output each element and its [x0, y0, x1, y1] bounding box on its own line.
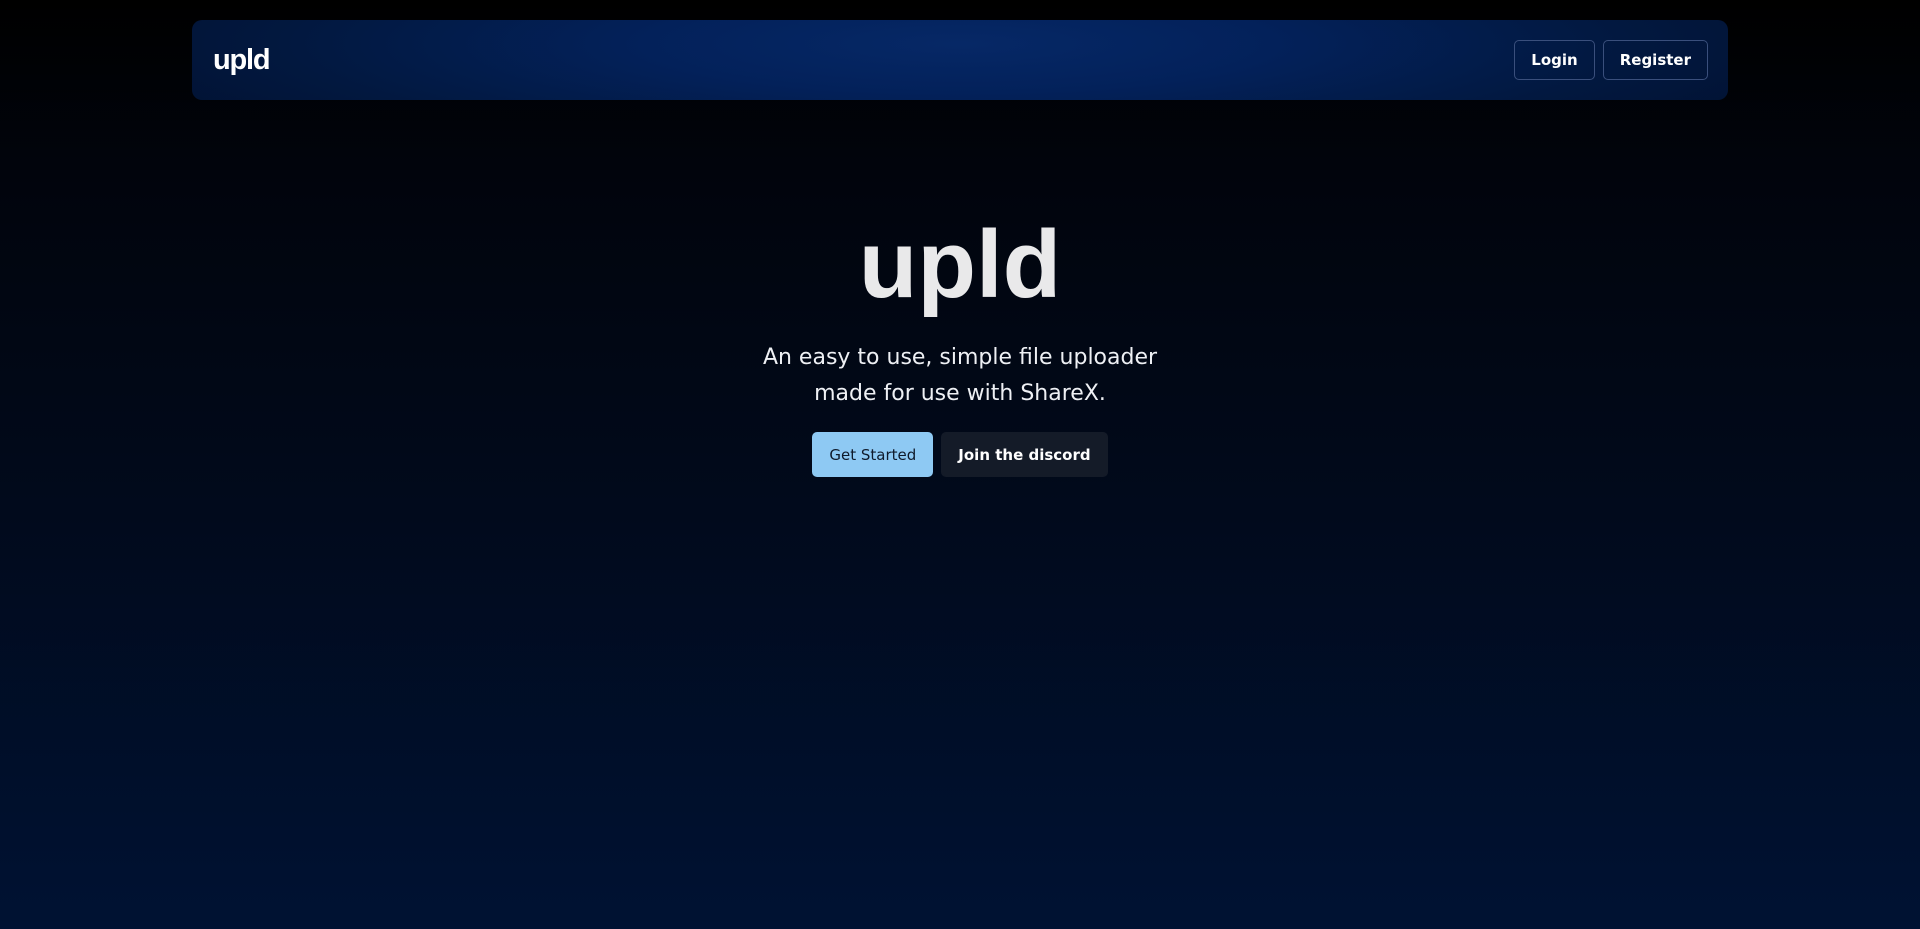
nav-actions: Login Register [1514, 40, 1708, 80]
brand-logo-link[interactable]: upld [213, 44, 271, 77]
login-button[interactable]: Login [1514, 40, 1595, 80]
hero-subtitle: An easy to use, simple file uploader mad… [762, 345, 1158, 406]
register-button[interactable]: Register [1602, 40, 1708, 80]
navbar: upld Login Register [192, 20, 1728, 100]
join-discord-button[interactable]: Join the discord [941, 432, 1108, 477]
hero-actions: Get Started Join the discord [0, 432, 1920, 477]
hero-section: upld An easy to use, simple file uploade… [0, 200, 1920, 477]
hero-title: upld [858, 211, 1062, 318]
get-started-button[interactable]: Get Started [812, 432, 934, 477]
